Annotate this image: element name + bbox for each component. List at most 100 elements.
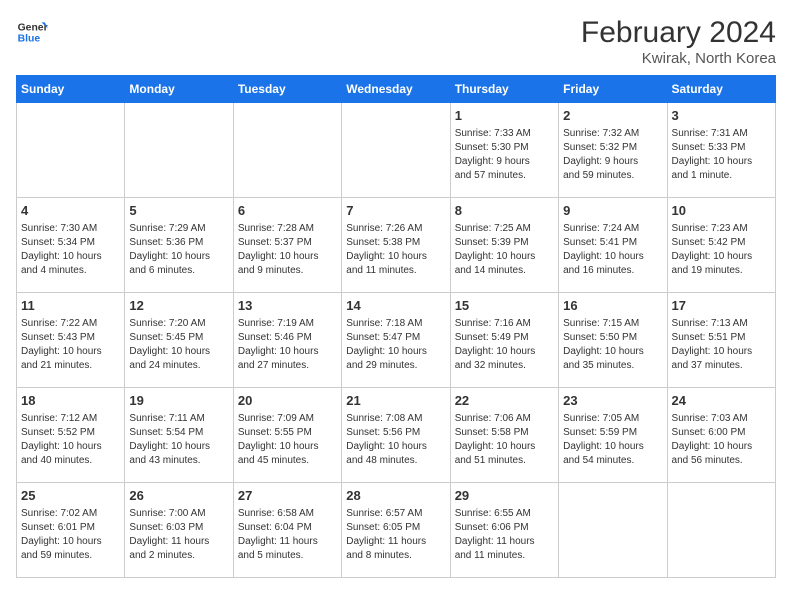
- day-info: Sunrise: 7:15 AM Sunset: 5:50 PM Dayligh…: [563, 317, 662, 373]
- day-number: 16: [563, 297, 662, 315]
- day-info: Sunrise: 7:03 AM Sunset: 6:00 PM Dayligh…: [672, 412, 771, 468]
- calendar-cell: 27 Sunrise: 6:58 AM Sunset: 6:04 PM Dayli…: [233, 483, 341, 578]
- day-info: Sunrise: 7:30 AM Sunset: 5:34 PM Dayligh…: [21, 222, 120, 278]
- day-info: Sunrise: 7:31 AM Sunset: 5:33 PM Dayligh…: [672, 127, 771, 183]
- day-number: 19: [129, 392, 228, 410]
- title-area: February 2024 Kwirak, North Korea: [581, 16, 776, 67]
- day-number: 6: [238, 202, 337, 220]
- day-info: Sunrise: 7:12 AM Sunset: 5:52 PM Dayligh…: [21, 412, 120, 468]
- calendar-cell: 16 Sunrise: 7:15 AM Sunset: 5:50 PM Dayli…: [559, 293, 667, 388]
- day-number: 26: [129, 487, 228, 505]
- day-info: Sunrise: 7:25 AM Sunset: 5:39 PM Dayligh…: [455, 222, 554, 278]
- day-info: Sunrise: 7:19 AM Sunset: 5:46 PM Dayligh…: [238, 317, 337, 373]
- day-number: 3: [672, 107, 771, 125]
- day-number: 7: [346, 202, 445, 220]
- day-info: Sunrise: 7:22 AM Sunset: 5:43 PM Dayligh…: [21, 317, 120, 373]
- calendar-cell: 5Sunrise: 7:29 AM Sunset: 5:36 PM Daylig…: [125, 198, 233, 293]
- calendar-cell: 13Sunrise: 7:19 AM Sunset: 5:46 PM Dayli…: [233, 293, 341, 388]
- calendar-cell: 22 Sunrise: 7:06 AM Sunset: 5:58 PM Dayli…: [450, 388, 558, 483]
- day-info: Sunrise: 7:33 AM Sunset: 5:30 PM Dayligh…: [455, 127, 554, 183]
- day-number: 28: [346, 487, 445, 505]
- calendar-week-5: 25 Sunrise: 7:02 AM Sunset: 6:01 PM Dayli…: [17, 483, 776, 578]
- calendar-cell: [17, 103, 125, 198]
- day-number: 27: [238, 487, 337, 505]
- day-number: 12: [129, 297, 228, 315]
- day-number: 25: [21, 487, 120, 505]
- weekday-header-monday: Monday: [125, 76, 233, 103]
- page-header: General Blue February 2024 Kwirak, North…: [16, 16, 776, 67]
- calendar-week-3: 11 Sunrise: 7:22 AM Sunset: 5:43 PM Dayli…: [17, 293, 776, 388]
- calendar-cell: 2Sunrise: 7:32 AM Sunset: 5:32 PM Daylig…: [559, 103, 667, 198]
- calendar-cell: [233, 103, 341, 198]
- day-info: Sunrise: 7:11 AM Sunset: 5:54 PM Dayligh…: [129, 412, 228, 468]
- calendar-title: February 2024: [581, 16, 776, 50]
- weekday-header-thursday: Thursday: [450, 76, 558, 103]
- day-info: Sunrise: 7:23 AM Sunset: 5:42 PM Dayligh…: [672, 222, 771, 278]
- calendar-cell: 26 Sunrise: 7:00 AM Sunset: 6:03 PM Dayli…: [125, 483, 233, 578]
- calendar-cell: 7 Sunrise: 7:26 AM Sunset: 5:38 PM Daylig…: [342, 198, 450, 293]
- calendar-cell: 9 Sunrise: 7:24 AM Sunset: 5:41 PM Daylig…: [559, 198, 667, 293]
- calendar-cell: 28 Sunrise: 6:57 AM Sunset: 6:05 PM Dayli…: [342, 483, 450, 578]
- calendar-cell: 21 Sunrise: 7:08 AM Sunset: 5:56 PM Dayli…: [342, 388, 450, 483]
- day-info: Sunrise: 6:57 AM Sunset: 6:05 PM Dayligh…: [346, 507, 445, 563]
- calendar-cell: 25 Sunrise: 7:02 AM Sunset: 6:01 PM Dayli…: [17, 483, 125, 578]
- day-info: Sunrise: 7:26 AM Sunset: 5:38 PM Dayligh…: [346, 222, 445, 278]
- day-info: Sunrise: 7:24 AM Sunset: 5:41 PM Dayligh…: [563, 222, 662, 278]
- day-number: 8: [455, 202, 554, 220]
- calendar-week-2: 4 Sunrise: 7:30 AM Sunset: 5:34 PM Daylig…: [17, 198, 776, 293]
- calendar-table: SundayMondayTuesdayWednesdayThursdayFrid…: [16, 75, 776, 578]
- day-number: 24: [672, 392, 771, 410]
- logo-icon: General Blue: [16, 16, 48, 48]
- calendar-cell: 18 Sunrise: 7:12 AM Sunset: 5:52 PM Dayli…: [17, 388, 125, 483]
- calendar-cell: 4 Sunrise: 7:30 AM Sunset: 5:34 PM Daylig…: [17, 198, 125, 293]
- day-number: 18: [21, 392, 120, 410]
- calendar-cell: [667, 483, 775, 578]
- calendar-cell: 24 Sunrise: 7:03 AM Sunset: 6:00 PM Dayli…: [667, 388, 775, 483]
- day-number: 29: [455, 487, 554, 505]
- day-info: Sunrise: 7:32 AM Sunset: 5:32 PM Dayligh…: [563, 127, 662, 183]
- logo: General Blue: [16, 16, 48, 48]
- weekday-header-tuesday: Tuesday: [233, 76, 341, 103]
- day-info: Sunrise: 7:00 AM Sunset: 6:03 PM Dayligh…: [129, 507, 228, 563]
- calendar-cell: 15Sunrise: 7:16 AM Sunset: 5:49 PM Dayli…: [450, 293, 558, 388]
- calendar-cell: 14 Sunrise: 7:18 AM Sunset: 5:47 PM Dayli…: [342, 293, 450, 388]
- calendar-cell: 19 Sunrise: 7:11 AM Sunset: 5:54 PM Dayli…: [125, 388, 233, 483]
- day-info: Sunrise: 6:58 AM Sunset: 6:04 PM Dayligh…: [238, 507, 337, 563]
- day-number: 4: [21, 202, 120, 220]
- day-info: Sunrise: 7:20 AM Sunset: 5:45 PM Dayligh…: [129, 317, 228, 373]
- day-info: Sunrise: 7:02 AM Sunset: 6:01 PM Dayligh…: [21, 507, 120, 563]
- calendar-week-4: 18 Sunrise: 7:12 AM Sunset: 5:52 PM Dayli…: [17, 388, 776, 483]
- day-number: 17: [672, 297, 771, 315]
- calendar-cell: 29 Sunrise: 6:55 AM Sunset: 6:06 PM Dayli…: [450, 483, 558, 578]
- calendar-cell: 12 Sunrise: 7:20 AM Sunset: 5:45 PM Dayli…: [125, 293, 233, 388]
- day-number: 20: [238, 392, 337, 410]
- day-number: 23: [563, 392, 662, 410]
- svg-text:Blue: Blue: [18, 34, 41, 45]
- weekday-header-saturday: Saturday: [667, 76, 775, 103]
- calendar-cell: [559, 483, 667, 578]
- day-number: 14: [346, 297, 445, 315]
- calendar-cell: 17 Sunrise: 7:13 AM Sunset: 5:51 PM Dayli…: [667, 293, 775, 388]
- weekday-header-wednesday: Wednesday: [342, 76, 450, 103]
- day-info: Sunrise: 7:05 AM Sunset: 5:59 PM Dayligh…: [563, 412, 662, 468]
- day-number: 22: [455, 392, 554, 410]
- day-number: 10: [672, 202, 771, 220]
- day-info: Sunrise: 7:06 AM Sunset: 5:58 PM Dayligh…: [455, 412, 554, 468]
- day-number: 11: [21, 297, 120, 315]
- calendar-cell: 10 Sunrise: 7:23 AM Sunset: 5:42 PM Dayli…: [667, 198, 775, 293]
- day-info: Sunrise: 7:08 AM Sunset: 5:56 PM Dayligh…: [346, 412, 445, 468]
- day-info: Sunrise: 7:29 AM Sunset: 5:36 PM Dayligh…: [129, 222, 228, 278]
- calendar-week-1: 1 Sunrise: 7:33 AM Sunset: 5:30 PM Daylig…: [17, 103, 776, 198]
- weekday-header-sunday: Sunday: [17, 76, 125, 103]
- day-info: Sunrise: 7:18 AM Sunset: 5:47 PM Dayligh…: [346, 317, 445, 373]
- day-info: Sunrise: 7:13 AM Sunset: 5:51 PM Dayligh…: [672, 317, 771, 373]
- calendar-cell: 6Sunrise: 7:28 AM Sunset: 5:37 PM Daylig…: [233, 198, 341, 293]
- day-number: 1: [455, 107, 554, 125]
- day-number: 9: [563, 202, 662, 220]
- day-number: 21: [346, 392, 445, 410]
- calendar-cell: 3 Sunrise: 7:31 AM Sunset: 5:33 PM Daylig…: [667, 103, 775, 198]
- calendar-cell: [342, 103, 450, 198]
- day-info: Sunrise: 6:55 AM Sunset: 6:06 PM Dayligh…: [455, 507, 554, 563]
- day-info: Sunrise: 7:09 AM Sunset: 5:55 PM Dayligh…: [238, 412, 337, 468]
- day-number: 15: [455, 297, 554, 315]
